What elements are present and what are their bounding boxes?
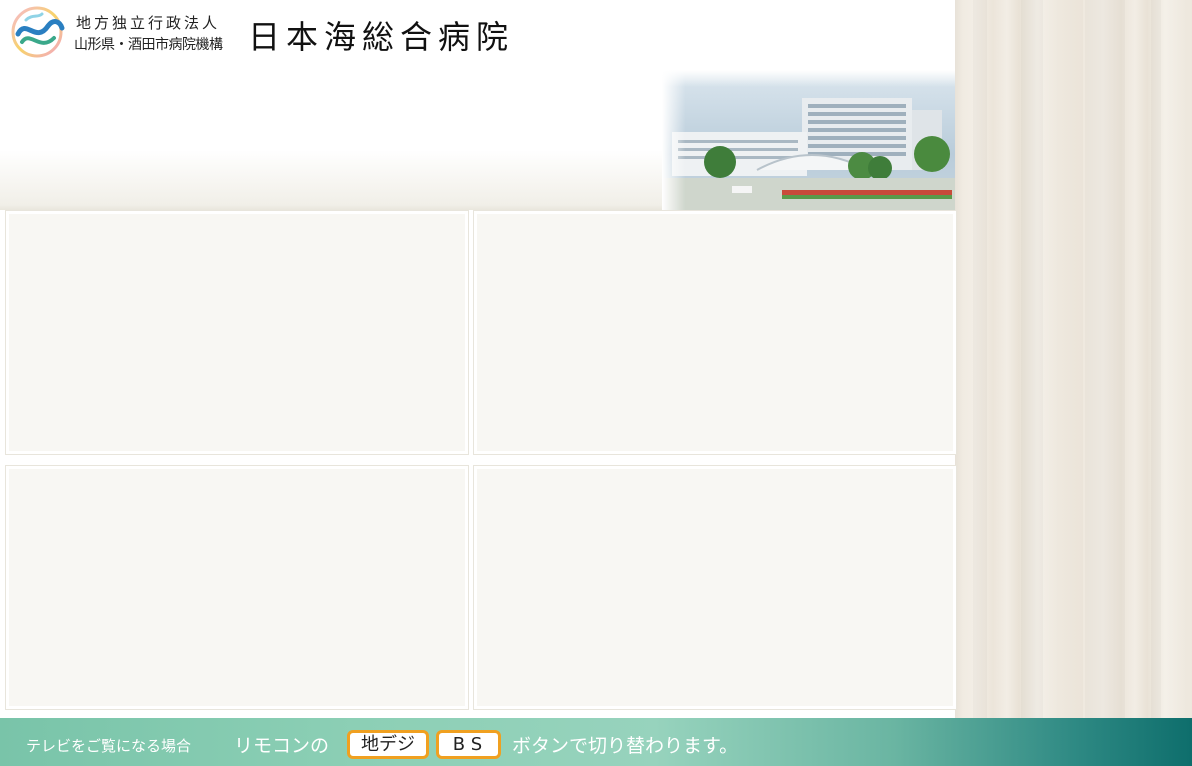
panel-gap (0, 454, 955, 466)
hospital-name-title: 日本海総合病院 (248, 18, 515, 56)
hospital-building-photo (662, 70, 955, 210)
chideji-key-label: 地デジ (347, 730, 429, 759)
tv-hint-text: テレビをご覧になる場合 (26, 737, 192, 755)
content-panel-top-right[interactable] (474, 211, 956, 454)
switch-instruction-text: ボタンで切り替わります。 (512, 735, 739, 757)
texture-plank (1151, 0, 1161, 718)
side-texture-background (955, 0, 1192, 718)
content-panel-top-left[interactable] (6, 211, 468, 454)
texture-plank (973, 0, 987, 718)
hospital-logo-icon (11, 6, 65, 58)
texture-plank (1021, 0, 1043, 718)
panel-gap (0, 709, 955, 718)
content-panel-bottom-right[interactable] (474, 466, 956, 709)
org-name-label: 山形県・酒田市病院機構 (74, 37, 223, 53)
content-panel-bottom-left[interactable] (6, 466, 468, 709)
org-type-label: 地方独立行政法人 (76, 14, 221, 32)
header: 地方独立行政法人 山形県・酒田市病院機構 日本海総合病院 (0, 0, 955, 210)
bs-key-label: BS (436, 730, 501, 759)
footer-bar: テレビをご覧になる場合 リモコンの 地デジ BS ボタンで切り替わります。 (0, 718, 1192, 766)
texture-plank (1085, 0, 1125, 718)
remote-text: リモコンの (234, 735, 330, 757)
